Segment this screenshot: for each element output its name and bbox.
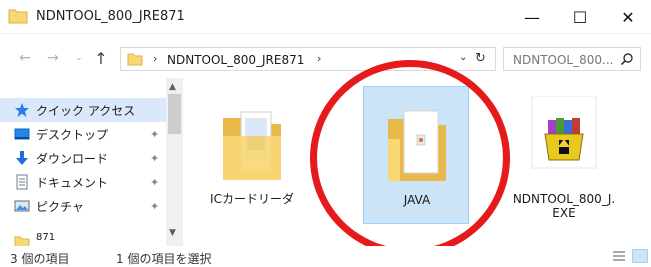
folder-icon <box>8 9 28 24</box>
recent-locations-button[interactable]: ⌄ <box>70 49 88 67</box>
sidebar-item-label: ドキュメント <box>36 175 109 190</box>
sidebar-item-label: ピクチャ <box>36 199 84 214</box>
sidebar-item-quick-access[interactable]: クイック アクセス <box>0 98 166 122</box>
file-name: ICカードリーダ <box>210 192 294 206</box>
sidebar-item-pictures[interactable]: ピクチャ ✦ <box>0 194 166 218</box>
file-item-ic-card-reader[interactable]: ICカードリーダ <box>199 86 305 224</box>
highlight-circle-annotation <box>310 60 510 256</box>
sidebar-item-871[interactable]: 871 <box>0 226 166 246</box>
scroll-down-icon[interactable]: ▼ <box>169 228 176 238</box>
pin-icon[interactable]: ✦ <box>150 176 159 189</box>
pin-icon[interactable]: ✦ <box>150 152 159 165</box>
search-input[interactable]: NDNTOOL_800... <box>503 47 641 71</box>
address-dropdown-icon[interactable]: ⌄ <box>459 52 467 63</box>
scroll-thumb[interactable] <box>168 94 181 134</box>
star-icon <box>15 103 29 117</box>
sidebar-item-desktop[interactable]: デスクトップ ✦ <box>0 122 166 146</box>
close-button[interactable]: ✕ <box>604 0 651 34</box>
document-icon <box>16 174 28 190</box>
refresh-icon[interactable]: ↻ <box>475 51 486 66</box>
folder-icon <box>127 53 143 66</box>
maximize-button[interactable]: ☐ <box>556 0 604 34</box>
item-count: 3 個の項目 <box>10 252 70 266</box>
search-placeholder: NDNTOOL_800... <box>513 53 614 67</box>
download-arrow-icon <box>16 151 28 165</box>
large-icons-view-icon[interactable] <box>632 249 648 263</box>
pin-icon[interactable]: ✦ <box>150 128 159 141</box>
window-title: NDNTOOL_800_JRE871 <box>36 9 185 24</box>
installer-package-icon <box>531 96 597 169</box>
minimize-button[interactable]: — <box>508 0 556 34</box>
sidebar-item-documents[interactable]: ドキュメント ✦ <box>0 170 166 194</box>
chevron-right-icon[interactable]: › <box>317 52 321 65</box>
title-bar: NDNTOOL_800_JRE871 — ☐ ✕ <box>0 0 651 34</box>
search-icon[interactable] <box>620 52 634 66</box>
address-path[interactable]: NDNTOOL_800_JRE871 <box>167 53 304 67</box>
file-item-ndntool-exe[interactable]: NDNTOOL_800_J. EXE <box>511 86 617 224</box>
address-row: ← → ⌄ ↑ › NDNTOOL_800_JRE871 › ⌄ ↻ NDNTO… <box>0 41 651 75</box>
chevron-right-icon[interactable]: › <box>153 52 157 65</box>
folder-icon <box>223 111 281 180</box>
sidebar-item-label: デスクトップ <box>36 127 109 142</box>
scroll-up-icon[interactable]: ▲ <box>169 82 176 92</box>
sidebar-item-downloads[interactable]: ダウンロード ✦ <box>0 146 166 170</box>
folder-icon <box>14 236 30 246</box>
up-button[interactable]: ↑ <box>92 49 110 68</box>
navigation-pane: クイック アクセス デスクトップ ✦ ダウンロード ✦ ドキュメント ✦ ピクチ… <box>0 78 183 246</box>
pictures-icon <box>14 200 30 212</box>
details-view-icon[interactable] <box>612 249 626 263</box>
forward-button[interactable]: → <box>44 49 62 67</box>
sidebar-scrollbar[interactable]: ▲ ▼ <box>166 78 183 246</box>
desktop-icon <box>14 128 30 140</box>
status-bar: 3 個の項目 1 個の項目を選択 <box>0 246 651 267</box>
selection-count: 1 個の項目を選択 <box>116 252 212 266</box>
pin-icon[interactable]: ✦ <box>150 200 159 213</box>
sidebar-item-label: 871 <box>36 232 56 243</box>
sidebar-item-label: ダウンロード <box>36 151 109 166</box>
file-name: NDNTOOL_800_J. EXE <box>512 192 616 220</box>
back-button[interactable]: ← <box>16 49 34 67</box>
sidebar-item-label: クイック アクセス <box>36 103 136 118</box>
